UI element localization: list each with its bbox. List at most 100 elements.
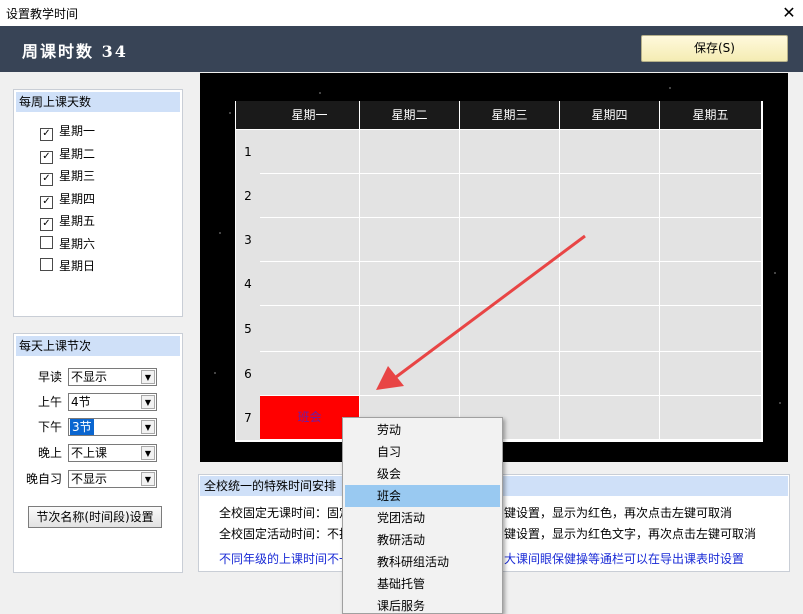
period-row-label: 早读 bbox=[37, 370, 62, 384]
period-count-select[interactable]: 不上课 ▼ bbox=[68, 444, 157, 462]
period-name-settings-button[interactable]: 节次名称(时间段)设置 bbox=[28, 506, 162, 528]
unchecked-checkbox-icon[interactable] bbox=[40, 258, 53, 271]
weekly-hours-title: 周课时数 34 bbox=[22, 42, 128, 61]
timetable-cell[interactable] bbox=[260, 174, 360, 218]
period-count-select[interactable]: 3节 ▼ bbox=[68, 418, 157, 436]
timetable-row-number: 2 bbox=[236, 174, 260, 218]
notice-line-2-left: 全校固定活动时间：不排 bbox=[219, 527, 352, 541]
timetable-cell[interactable] bbox=[660, 396, 762, 440]
periods-group-title: 每天上课节次 bbox=[16, 336, 180, 356]
weekday-label: 星期二 bbox=[59, 146, 96, 161]
close-icon[interactable]: ✕ bbox=[779, 3, 799, 23]
activity-context-menu: 劳动 自习 级会 班会 党团活动 教研活动 教科研组活动 基础托管 课后服务 bbox=[342, 417, 503, 614]
timetable-cell[interactable] bbox=[260, 352, 360, 396]
checked-checkbox-icon[interactable]: ✓ bbox=[40, 128, 53, 141]
timetable-row-number: 7 bbox=[236, 396, 260, 440]
weekday-checkbox-row[interactable]: ✓ 星期二 bbox=[40, 145, 96, 164]
period-count-value: 不显示 bbox=[71, 370, 108, 384]
timetable-cell[interactable] bbox=[660, 352, 762, 396]
weekday-checkbox-row[interactable]: 星期六 bbox=[40, 235, 95, 253]
period-count-value: 4节 bbox=[71, 395, 91, 409]
period-count-value: 3节 bbox=[70, 419, 94, 435]
weekdays-group-title: 每周上课天数 bbox=[16, 92, 180, 112]
context-menu-item[interactable]: 班会 bbox=[345, 485, 500, 507]
context-menu-item[interactable]: 级会 bbox=[345, 463, 500, 485]
timetable-row-number: 3 bbox=[236, 218, 260, 262]
period-count-value: 不显示 bbox=[71, 472, 108, 486]
dropdown-arrow-icon[interactable]: ▼ bbox=[141, 395, 155, 409]
timetable-cell[interactable] bbox=[660, 262, 762, 306]
notice-line-1-right: 键设置，显示为红色，再次点击左键可取消 bbox=[504, 506, 733, 520]
timetable-column-header: 星期五 bbox=[660, 101, 762, 129]
period-count-select[interactable]: 不显示 ▼ bbox=[68, 368, 157, 386]
weekday-checkbox-row[interactable]: 星期日 bbox=[40, 257, 95, 275]
timetable-corner bbox=[236, 101, 260, 129]
timetable-cell[interactable] bbox=[660, 306, 762, 352]
timetable-column-header: 星期四 bbox=[560, 101, 660, 129]
checked-checkbox-icon[interactable]: ✓ bbox=[40, 218, 53, 231]
timetable-cell[interactable] bbox=[260, 306, 360, 352]
period-row-label: 晚上 bbox=[37, 446, 62, 460]
timetable-cell[interactable] bbox=[260, 218, 360, 262]
annotation-arrow bbox=[376, 234, 586, 390]
period-row-label: 晚自习 bbox=[25, 472, 62, 486]
timetable-cell[interactable] bbox=[360, 130, 460, 174]
timetable-cell[interactable] bbox=[360, 174, 460, 218]
period-row-label: 下午 bbox=[37, 420, 62, 434]
timetable-cell[interactable] bbox=[660, 218, 762, 262]
timetable-row-number: 6 bbox=[236, 352, 260, 396]
notice-line-3-left: 不同年级的上课时间不一 bbox=[219, 552, 352, 566]
weekday-label: 星期一 bbox=[59, 124, 96, 138]
context-menu-item[interactable]: 基础托管 bbox=[345, 573, 500, 595]
timetable-cell[interactable] bbox=[660, 130, 762, 174]
notice-line-1-left: 全校固定无课时间：固定 bbox=[219, 506, 352, 520]
checked-checkbox-icon[interactable]: ✓ bbox=[40, 195, 53, 209]
period-count-select[interactable]: 不显示 ▼ bbox=[68, 470, 157, 488]
context-menu-item[interactable]: 教研活动 bbox=[345, 529, 500, 551]
weekday-label: 星期四 bbox=[59, 191, 96, 206]
context-menu-item[interactable]: 劳动 bbox=[345, 419, 500, 441]
timetable-column-header: 星期一 bbox=[260, 101, 360, 129]
checked-checkbox-icon[interactable]: ✓ bbox=[40, 173, 53, 186]
context-menu-item[interactable]: 教科研组活动 bbox=[345, 551, 500, 573]
timetable-cell[interactable] bbox=[460, 174, 560, 218]
notice-line-2-right: 键设置，显示为红色文字，再次点击左键可取消 bbox=[504, 527, 757, 541]
timetable-cell[interactable] bbox=[460, 130, 560, 174]
timetable-cell[interactable] bbox=[560, 396, 660, 440]
dropdown-arrow-icon[interactable]: ▼ bbox=[141, 472, 155, 486]
unchecked-checkbox-icon[interactable] bbox=[40, 235, 53, 249]
weekdays-group: 每周上课天数 bbox=[13, 89, 183, 317]
context-menu-item[interactable]: 自习 bbox=[345, 441, 500, 463]
timetable-row-number: 5 bbox=[236, 306, 260, 352]
save-button[interactable]: 保存(S) bbox=[641, 35, 788, 62]
notice-line-3-right: 大课间眼保健操等通栏可以在导出课表时设置 bbox=[504, 552, 745, 566]
timetable-row-number: 1 bbox=[236, 130, 260, 174]
weekday-label: 星期三 bbox=[59, 169, 96, 183]
timetable-column-header: 星期三 bbox=[460, 101, 560, 129]
weekday-checkbox-row[interactable]: ✓ 星期五 bbox=[40, 212, 96, 231]
timetable-cell[interactable] bbox=[560, 174, 660, 218]
timetable-cell[interactable] bbox=[660, 174, 762, 218]
weekday-checkbox-row[interactable]: ✓ 星期四 bbox=[40, 190, 96, 209]
timetable-row-number: 4 bbox=[236, 262, 260, 306]
context-menu-item[interactable]: 课后服务 bbox=[345, 595, 500, 613]
window-titlebar bbox=[0, 0, 803, 26]
timetable-cell[interactable] bbox=[560, 130, 660, 174]
dropdown-arrow-icon[interactable]: ▼ bbox=[141, 370, 155, 384]
period-count-select[interactable]: 4节 ▼ bbox=[68, 393, 157, 411]
timetable-cell[interactable] bbox=[260, 262, 360, 306]
timetable-cell[interactable] bbox=[260, 130, 360, 174]
weekday-checkbox-row[interactable]: ✓ 星期三 bbox=[40, 167, 96, 186]
weekday-label: 星期六 bbox=[59, 236, 96, 251]
context-menu-item[interactable]: 党团活动 bbox=[345, 507, 500, 529]
weekday-checkbox-row[interactable]: ✓ 星期一 bbox=[40, 122, 96, 141]
weekday-label: 星期五 bbox=[59, 214, 96, 228]
weekday-label: 星期日 bbox=[59, 259, 96, 273]
period-count-value: 不上课 bbox=[71, 446, 108, 460]
dropdown-arrow-icon[interactable]: ▼ bbox=[141, 420, 155, 434]
checked-checkbox-icon[interactable]: ✓ bbox=[40, 150, 53, 164]
period-row-label: 上午 bbox=[37, 395, 62, 409]
window-title: 设置教学时间 bbox=[6, 7, 79, 21]
timetable-column-header: 星期二 bbox=[360, 101, 460, 129]
dropdown-arrow-icon[interactable]: ▼ bbox=[141, 446, 155, 460]
